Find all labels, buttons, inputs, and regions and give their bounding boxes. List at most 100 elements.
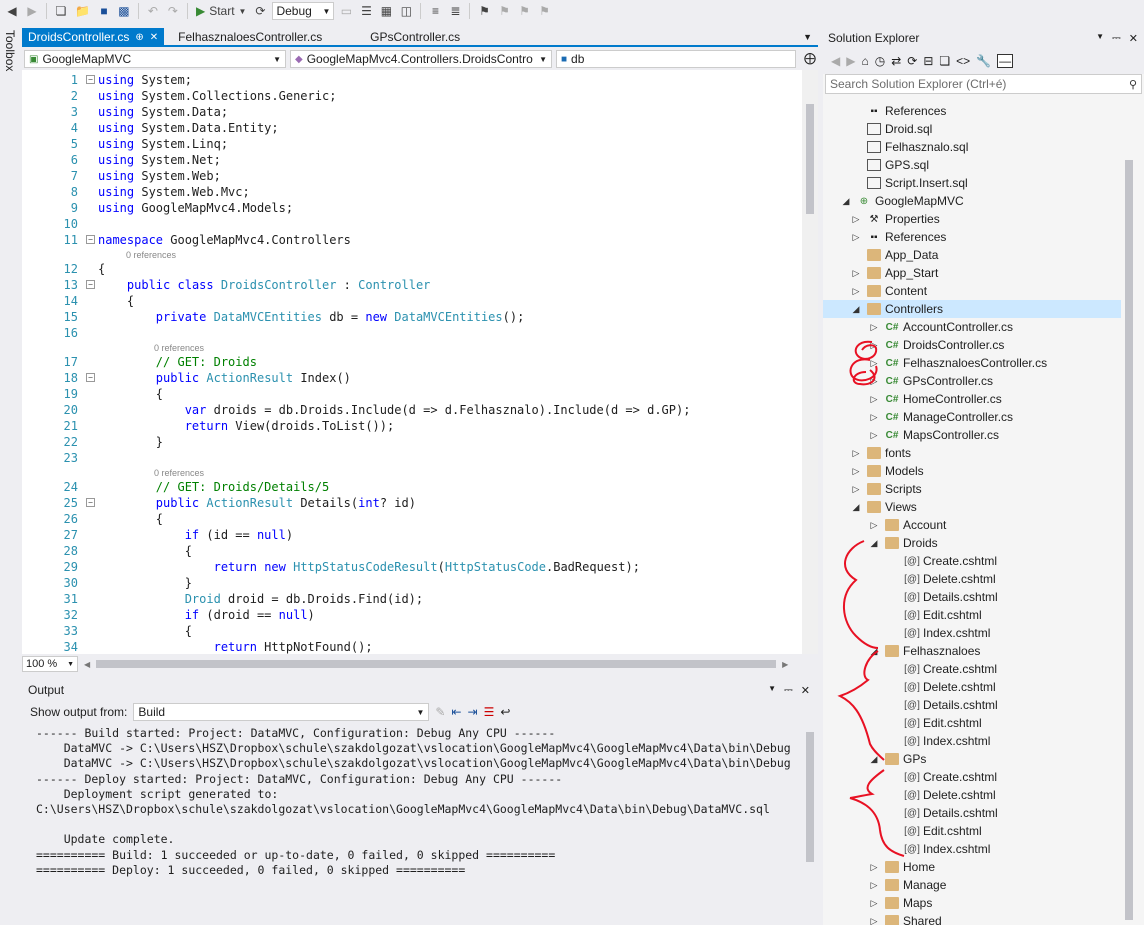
tree-item[interactable]: ▷ fonts bbox=[823, 444, 1121, 462]
split-icon[interactable]: ⨁ bbox=[804, 50, 816, 68]
tree-item[interactable]: ▷ ⚒ Properties bbox=[823, 210, 1121, 228]
clear-bookmarks-icon[interactable]: ⚑ bbox=[536, 2, 552, 20]
tree-item[interactable]: [@] Details.cshtml bbox=[823, 588, 1121, 606]
output-text[interactable]: ------ Build started: Project: DataMVC, … bbox=[22, 726, 802, 925]
tree-item[interactable]: ◢ Views bbox=[823, 498, 1121, 516]
fold-toggle-icon[interactable]: − bbox=[86, 75, 95, 84]
horizontal-scrollbar[interactable] bbox=[96, 660, 777, 668]
open-folder-icon[interactable]: 📁 bbox=[73, 2, 92, 20]
expanded-arrow-icon[interactable]: ◢ bbox=[869, 646, 879, 657]
expanded-arrow-icon[interactable]: ◢ bbox=[851, 304, 861, 315]
tree-item[interactable]: ◢ ⊕ GoogleMapMVC bbox=[823, 192, 1121, 210]
tab-overflow-dropdown[interactable]: ▼ bbox=[797, 28, 818, 46]
show-all-files-icon[interactable]: ❏ bbox=[939, 54, 950, 68]
tree-item[interactable]: ▪▪ References bbox=[823, 102, 1121, 120]
tree-item[interactable]: ▷ Home bbox=[823, 858, 1121, 876]
collapsed-arrow-icon[interactable]: ▷ bbox=[869, 412, 879, 423]
tree-item[interactable]: ▷ C# ManageController.cs bbox=[823, 408, 1121, 426]
collapsed-arrow-icon[interactable]: ▷ bbox=[869, 916, 879, 925]
tree-item[interactable]: [@] Edit.cshtml bbox=[823, 822, 1121, 840]
collapsed-arrow-icon[interactable]: ▷ bbox=[869, 376, 879, 387]
tree-item[interactable]: Felhasznalo.sql bbox=[823, 138, 1121, 156]
tree-item[interactable]: [@] Index.cshtml bbox=[823, 840, 1121, 858]
redo-icon[interactable]: ↷ bbox=[165, 2, 181, 20]
tab-droids-controller[interactable]: DroidsController.cs ⊕ ✕ bbox=[22, 28, 165, 46]
tree-item[interactable]: Script.Insert.sql bbox=[823, 174, 1121, 192]
tree-item[interactable]: [@] Delete.cshtml bbox=[823, 678, 1121, 696]
close-icon[interactable]: ✕ bbox=[1129, 32, 1138, 45]
tree-item[interactable]: ▷ Shared bbox=[823, 912, 1121, 925]
back-icon[interactable]: ◀ bbox=[831, 54, 840, 68]
home-icon[interactable]: ⌂ bbox=[861, 54, 868, 68]
tree-item[interactable]: ◢ Felhasznaloes bbox=[823, 642, 1121, 660]
code-editor[interactable]: 1− using System; 2 using System.Collections… bbox=[22, 70, 802, 654]
next-bookmark-icon[interactable]: ⚑ bbox=[516, 2, 532, 20]
collapsed-arrow-icon[interactable]: ▷ bbox=[869, 358, 879, 369]
expanded-arrow-icon[interactable]: ◢ bbox=[851, 502, 861, 513]
fold-toggle-icon[interactable]: − bbox=[86, 235, 95, 244]
code-lens-references[interactable]: 0 references bbox=[154, 343, 204, 354]
preview-icon[interactable]: — bbox=[997, 54, 1014, 68]
collapsed-arrow-icon[interactable]: ▷ bbox=[869, 430, 879, 441]
tab-gps-controller[interactable]: GPsController.cs bbox=[364, 28, 564, 46]
pending-changes-icon[interactable]: ◷ bbox=[875, 54, 885, 68]
tree-item[interactable]: ▷ Maps bbox=[823, 894, 1121, 912]
close-icon[interactable]: ✕ bbox=[801, 684, 810, 697]
tree-item[interactable]: ▷ Scripts bbox=[823, 480, 1121, 498]
scroll-left-icon[interactable]: ◀ bbox=[84, 660, 90, 669]
code-lens-references[interactable]: 0 references bbox=[126, 250, 176, 261]
tree-item[interactable]: [@] Create.cshtml bbox=[823, 660, 1121, 678]
tree-item[interactable]: ▷ Account bbox=[823, 516, 1121, 534]
tree-item[interactable]: ▷ C# DroidsController.cs bbox=[823, 336, 1121, 354]
word-wrap-icon[interactable]: ↩ bbox=[500, 705, 510, 719]
layout-icon[interactable]: ▦ bbox=[378, 2, 394, 20]
tree-item[interactable]: ▷ Models bbox=[823, 462, 1121, 480]
tree-item[interactable]: [@] Create.cshtml bbox=[823, 768, 1121, 786]
undo-icon[interactable]: ↶ bbox=[145, 2, 161, 20]
editor-vertical-scrollbar[interactable] bbox=[802, 70, 818, 654]
collapsed-arrow-icon[interactable]: ▷ bbox=[851, 448, 861, 459]
chevron-down-icon[interactable]: ▼ bbox=[1096, 32, 1104, 45]
find-icon[interactable]: ☰ bbox=[358, 2, 374, 20]
collapsed-arrow-icon[interactable]: ▷ bbox=[851, 214, 861, 225]
expanded-arrow-icon[interactable]: ◢ bbox=[869, 754, 879, 765]
refresh-icon[interactable]: ⟳ bbox=[907, 54, 917, 68]
tree-item[interactable]: [@] Delete.cshtml bbox=[823, 786, 1121, 804]
collapsed-arrow-icon[interactable]: ▷ bbox=[869, 880, 879, 891]
tree-item[interactable]: ▷ C# HomeController.cs bbox=[823, 390, 1121, 408]
collapsed-arrow-icon[interactable]: ▷ bbox=[869, 322, 879, 333]
device-icon[interactable]: ▭ bbox=[338, 2, 354, 20]
back-icon[interactable]: ◀ bbox=[4, 2, 20, 20]
forward-icon[interactable]: ▶ bbox=[846, 54, 855, 68]
tree-item[interactable]: ▷ C# AccountController.cs bbox=[823, 318, 1121, 336]
uncomment-icon[interactable]: ≣ bbox=[447, 2, 463, 20]
collapsed-arrow-icon[interactable]: ▷ bbox=[851, 286, 861, 297]
output-source-select[interactable]: Build ▼ bbox=[133, 703, 430, 721]
class-dropdown[interactable]: ◆ GoogleMapMvc4.Controllers.DroidsContro… bbox=[290, 50, 552, 68]
tree-item[interactable]: ◢ Controllers bbox=[823, 300, 1121, 318]
scrollbar-thumb[interactable] bbox=[806, 104, 814, 214]
collapsed-arrow-icon[interactable]: ▷ bbox=[869, 862, 879, 873]
view-code-icon[interactable]: <> bbox=[956, 54, 970, 68]
save-all-icon[interactable]: ▩ bbox=[116, 2, 132, 20]
fold-toggle-icon[interactable]: − bbox=[86, 373, 95, 382]
collapsed-arrow-icon[interactable]: ▷ bbox=[851, 466, 861, 477]
new-project-icon[interactable]: ❏ bbox=[53, 2, 69, 20]
expanded-arrow-icon[interactable]: ◢ bbox=[841, 196, 851, 207]
start-button[interactable]: ▶ Start ▼ bbox=[194, 2, 249, 20]
code-lens-references[interactable]: 0 references bbox=[154, 468, 204, 479]
tree-item[interactable]: ▷ C# GPsController.cs bbox=[823, 372, 1121, 390]
diagram-icon[interactable]: ◫ bbox=[398, 2, 414, 20]
refresh-icon[interactable]: ⟳ bbox=[252, 2, 268, 20]
collapsed-arrow-icon[interactable]: ▷ bbox=[869, 520, 879, 531]
tree-item[interactable]: ◢ Droids bbox=[823, 534, 1121, 552]
bookmark-icon[interactable]: ⚑ bbox=[476, 2, 492, 20]
tree-item[interactable]: GPS.sql bbox=[823, 156, 1121, 174]
tab-felhasznaloes-controller[interactable]: FelhasznaloesController.cs bbox=[164, 28, 364, 46]
forward-icon[interactable]: ▶ bbox=[24, 2, 40, 20]
prev-message-icon[interactable]: ⇤ bbox=[451, 705, 461, 719]
tree-item[interactable]: [@] Index.cshtml bbox=[823, 732, 1121, 750]
sync-icon[interactable]: ⇄ bbox=[891, 54, 901, 68]
tree-item[interactable]: [@] Details.cshtml bbox=[823, 696, 1121, 714]
scrollbar-thumb[interactable] bbox=[806, 732, 814, 862]
